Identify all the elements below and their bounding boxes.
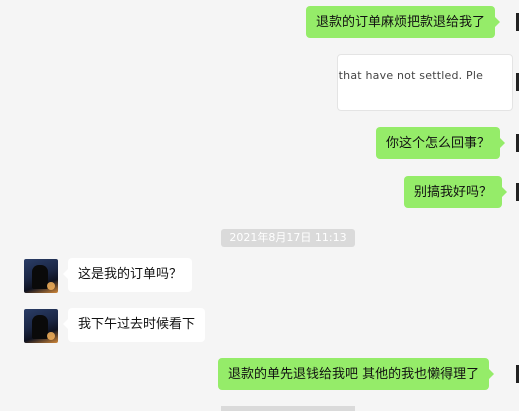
partial-element bbox=[221, 406, 355, 411]
avatar-glow bbox=[47, 332, 55, 340]
avatar-figure bbox=[32, 315, 48, 339]
contact-avatar[interactable] bbox=[24, 259, 58, 293]
outgoing-message[interactable]: 你这个怎么回事？ bbox=[376, 127, 506, 159]
chat-area: 退款的订单麻烦把款退给我了 e that have not settled. P… bbox=[0, 0, 519, 411]
outgoing-message[interactable]: 退款的单先退钱给我吧 其他的我也懒得理了 bbox=[218, 358, 495, 390]
outgoing-message[interactable]: 退款的订单麻烦把款退给我了 bbox=[306, 6, 501, 38]
timestamp: 2021年8月17日 11:13 bbox=[221, 229, 355, 247]
message-text: 退款的单先退钱给我吧 其他的我也懒得理了 bbox=[228, 367, 480, 382]
incoming-message[interactable]: 这是我的订单吗？ bbox=[62, 258, 193, 292]
message-text: 退款的订单麻烦把款退给我了 bbox=[316, 15, 486, 30]
message-text: 你这个怎么回事？ bbox=[386, 136, 491, 151]
incoming-message[interactable]: 我下午过去时候看下 bbox=[62, 308, 206, 342]
avatar-glow bbox=[47, 282, 55, 290]
message-text: 我下午过去时候看下 bbox=[78, 317, 196, 332]
outgoing-message[interactable]: 别搞我好吗？ bbox=[404, 176, 508, 208]
card-text: e that have not settled. Ple bbox=[337, 69, 484, 82]
contact-avatar[interactable] bbox=[24, 309, 58, 343]
message-text: 别搞我好吗？ bbox=[414, 185, 493, 200]
message-text: 这是我的订单吗？ bbox=[78, 267, 183, 282]
shared-card[interactable]: e that have not settled. Ple bbox=[337, 54, 513, 111]
avatar-figure bbox=[32, 265, 48, 289]
